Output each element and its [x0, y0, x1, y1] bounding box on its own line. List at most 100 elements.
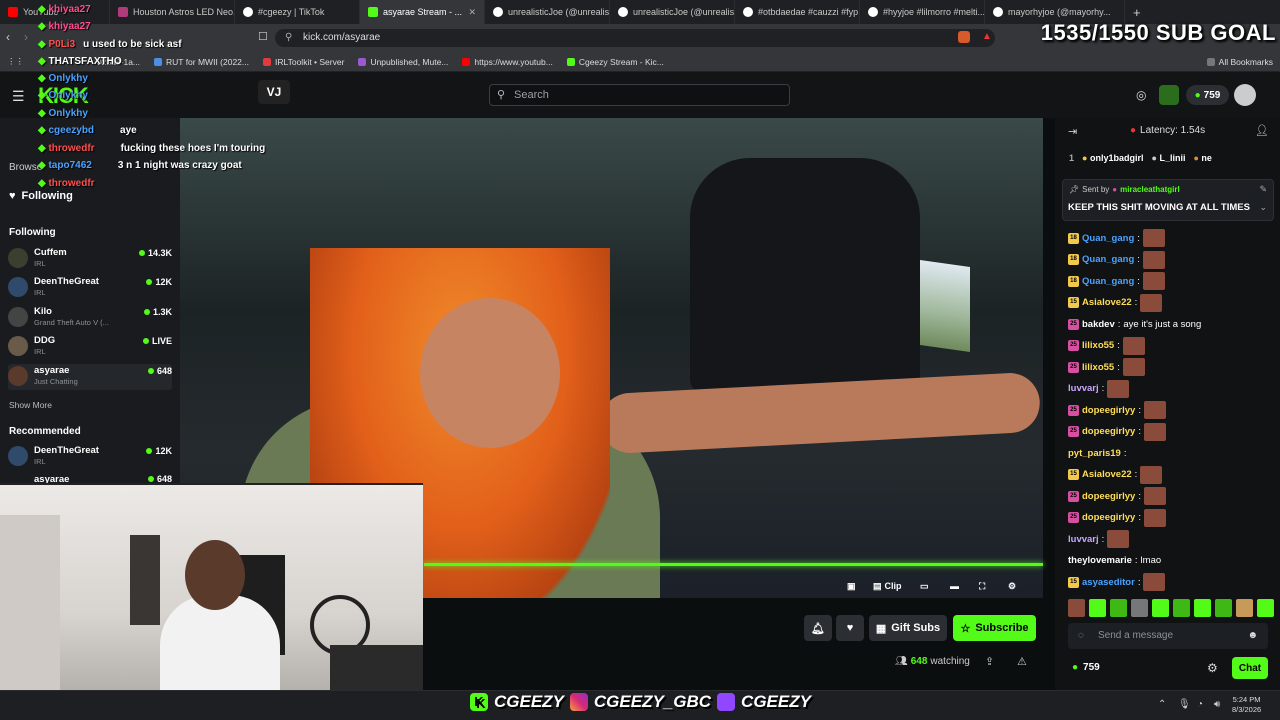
browser-tab[interactable]: unrealisticJoe (@unrealist...	[610, 0, 735, 24]
share-icon[interactable]: ⇪	[985, 655, 994, 668]
all-bookmarks-button[interactable]: All Bookmarks	[1200, 57, 1280, 67]
emote-button[interactable]	[1257, 599, 1274, 617]
chat-kicks-balance[interactable]: ● 759	[1072, 662, 1100, 673]
browser-tab-active[interactable]: asyarae Stream - ... ✕	[360, 0, 485, 24]
emote-button[interactable]	[1068, 599, 1085, 617]
browser-tab[interactable]: Houston Astros LED Neo...	[110, 0, 235, 24]
chat-message[interactable]: 18 Quan_gang:	[1068, 250, 1165, 269]
sidebar-channel[interactable]: DeenTheGreat IRL 12K	[8, 275, 172, 301]
sidebar-channel-active[interactable]: asyarae Just Chatting 648	[8, 364, 172, 390]
chat-message[interactable]: 18 Quan_gang:	[1068, 229, 1165, 247]
chat-settings-gear-icon[interactable]: ⚙	[1207, 661, 1218, 675]
notifications-icon[interactable]: ◎	[1136, 88, 1146, 102]
chat-message[interactable]: 15 Asialove22:	[1068, 293, 1163, 312]
emote-button[interactable]	[1173, 599, 1190, 617]
sidebar-channel[interactable]: DeenTheGreat IRL 12K	[8, 444, 172, 470]
chat-username[interactable]: luvvarj	[1068, 383, 1099, 394]
chat-username[interactable]: Quan_gang	[1082, 276, 1134, 287]
emote-button[interactable]	[1152, 599, 1169, 617]
new-tab-icon[interactable]: +	[1133, 5, 1141, 20]
tray-chevron-icon[interactable]: ⌃	[1158, 699, 1166, 710]
chat-message[interactable]: luvvarj:	[1068, 530, 1130, 548]
streamer-mode-icon[interactable]	[1159, 85, 1179, 105]
browser-tab[interactable]: unrealisticJoe (@unrealist...	[485, 0, 610, 24]
chat-username[interactable]: Quan_gang	[1082, 254, 1134, 265]
subscribe-button[interactable]: ☆ Subscribe	[953, 615, 1036, 641]
fullscreen-icon[interactable]: ⛶	[979, 578, 985, 594]
apps-icon[interactable]: ⋮⋮	[0, 56, 30, 67]
volume-icon[interactable]: 🔊︎	[1214, 699, 1220, 710]
back-icon[interactable]: ‹	[6, 30, 10, 44]
chat-username[interactable]: dopeegirlyy	[1082, 426, 1135, 437]
chevron-down-icon[interactable]: ⌄	[1259, 202, 1267, 213]
forward-icon[interactable]: ›	[24, 30, 28, 44]
wifi-icon[interactable]: ◔	[1197, 699, 1203, 710]
settings-gear-icon[interactable]: ⚙	[1008, 578, 1016, 594]
chat-message[interactable]: theylovemarie: lmao	[1068, 552, 1161, 570]
collapse-chat-icon[interactable]: ⇥	[1068, 125, 1077, 138]
chat-message[interactable]: 25 lilixo55:	[1068, 336, 1145, 355]
chat-username[interactable]: Asialove22	[1082, 469, 1132, 480]
close-tab-icon[interactable]: ✕	[468, 7, 476, 18]
extension-icon[interactable]	[958, 31, 970, 43]
site-info-icon[interactable]: ⚲	[285, 29, 292, 47]
browser-tab[interactable]: #hyyjoe #lilmorro #melti...	[860, 0, 985, 24]
chat-username[interactable]: bakdev	[1082, 319, 1115, 330]
chat-message[interactable]: 25 dopeegirlyy:	[1068, 401, 1166, 419]
chat-message[interactable]: 25 bakdev: aye it's just a song	[1068, 315, 1201, 333]
bookmark-item[interactable]: Cgeezy Stream - Kic...	[560, 57, 671, 67]
chat-message[interactable]: 25 dopeegirlyy:	[1068, 422, 1166, 441]
pinned-message[interactable]: 📌︎ Sent by ● miracleathatgirl KEEP THIS SHI…	[1062, 179, 1274, 221]
chat-username[interactable]: lilixo55	[1082, 362, 1114, 373]
sidebar-channel[interactable]: Cuffem IRL 14.3K	[8, 246, 172, 272]
chat-message[interactable]: 15 asyaseditor:	[1068, 573, 1166, 591]
chat-message[interactable]: luvvarj:	[1068, 379, 1130, 398]
captions-icon[interactable]: ▭	[920, 578, 929, 594]
theater-mode-icon[interactable]: ▬	[950, 578, 959, 594]
bookmark-item[interactable]: IRLToolkit • Server	[256, 57, 351, 67]
sidebar-channel[interactable]: asyarae 648	[8, 474, 172, 483]
emoji-icon[interactable]: ☻	[1247, 623, 1258, 649]
emote-button[interactable]	[1089, 599, 1106, 617]
alert-extension-icon[interactable]: ▲	[982, 31, 992, 42]
vod-logo-icon[interactable]: VJ	[258, 80, 290, 104]
emote-button[interactable]	[1236, 599, 1253, 617]
bookmark-item[interactable]: Unpublished, Mute...	[351, 57, 455, 67]
video-progress-bar[interactable]	[424, 563, 1043, 566]
chat-username[interactable]: pyt_paris19	[1068, 448, 1121, 459]
chat-message[interactable]: 25 lilixo55:	[1068, 358, 1145, 376]
emote-button[interactable]	[1215, 599, 1232, 617]
following-link[interactable]: ♥ Following	[9, 190, 73, 202]
chat-username[interactable]: dopeegirlyy	[1082, 491, 1135, 502]
chat-input[interactable]: ◌ Send a message ☻	[1068, 623, 1268, 649]
pip-icon[interactable]: ▣	[847, 578, 856, 594]
chat-message[interactable]: 25 dopeegirlyy:	[1068, 508, 1166, 527]
emote-button[interactable]	[1131, 599, 1148, 617]
gift-subs-button[interactable]: ▦ Gift Subs	[869, 615, 947, 641]
bookmark-star-icon[interactable]: ☐	[258, 30, 268, 43]
sidebar-channel[interactable]: Kilo Grand Theft Auto V (... 1.3K	[8, 305, 172, 331]
chat-message[interactable]: pyt_paris19:	[1068, 444, 1126, 462]
avatar[interactable]	[1234, 84, 1256, 106]
chat-username[interactable]: Asialove22	[1082, 297, 1132, 308]
chat-username[interactable]: luvvarj	[1068, 534, 1099, 545]
chat-username[interactable]: Quan_gang	[1082, 233, 1134, 244]
browser-tab[interactable]: #otbdaedae #cauzzi #fyp	[735, 0, 860, 24]
system-clock[interactable]: 5:24 PM 8/3/2026	[1232, 695, 1261, 715]
clip-button[interactable]: ▤ Clip	[873, 578, 902, 594]
bookmark-item[interactable]: https://www.youtub...	[455, 57, 559, 67]
kicks-balance[interactable]: ● 759	[1186, 85, 1229, 105]
bookmark-item[interactable]: RUT for MWII (2022...	[147, 57, 256, 67]
chat-message[interactable]: 15 Asialove22:	[1068, 465, 1163, 484]
chat-username[interactable]: asyaseditor	[1082, 577, 1135, 588]
leaderboard-entry[interactable]: ● only1badgirl	[1082, 153, 1143, 163]
leaderboard-entry[interactable]: ● L_linii	[1151, 153, 1185, 163]
chat-message[interactable]: 25 dopeegirlyy:	[1068, 487, 1166, 505]
search-input[interactable]: ⚲ Search	[489, 84, 790, 106]
chat-username[interactable]: dopeegirlyy	[1082, 512, 1135, 523]
menu-icon[interactable]: ☰	[12, 88, 25, 105]
leaderboard-entry[interactable]: ● ne	[1193, 153, 1211, 163]
chat-settings-icon[interactable]: ◌	[1078, 623, 1084, 649]
unpin-icon[interactable]: ✎	[1259, 184, 1267, 195]
chat-username[interactable]: lilixo55	[1082, 340, 1114, 351]
